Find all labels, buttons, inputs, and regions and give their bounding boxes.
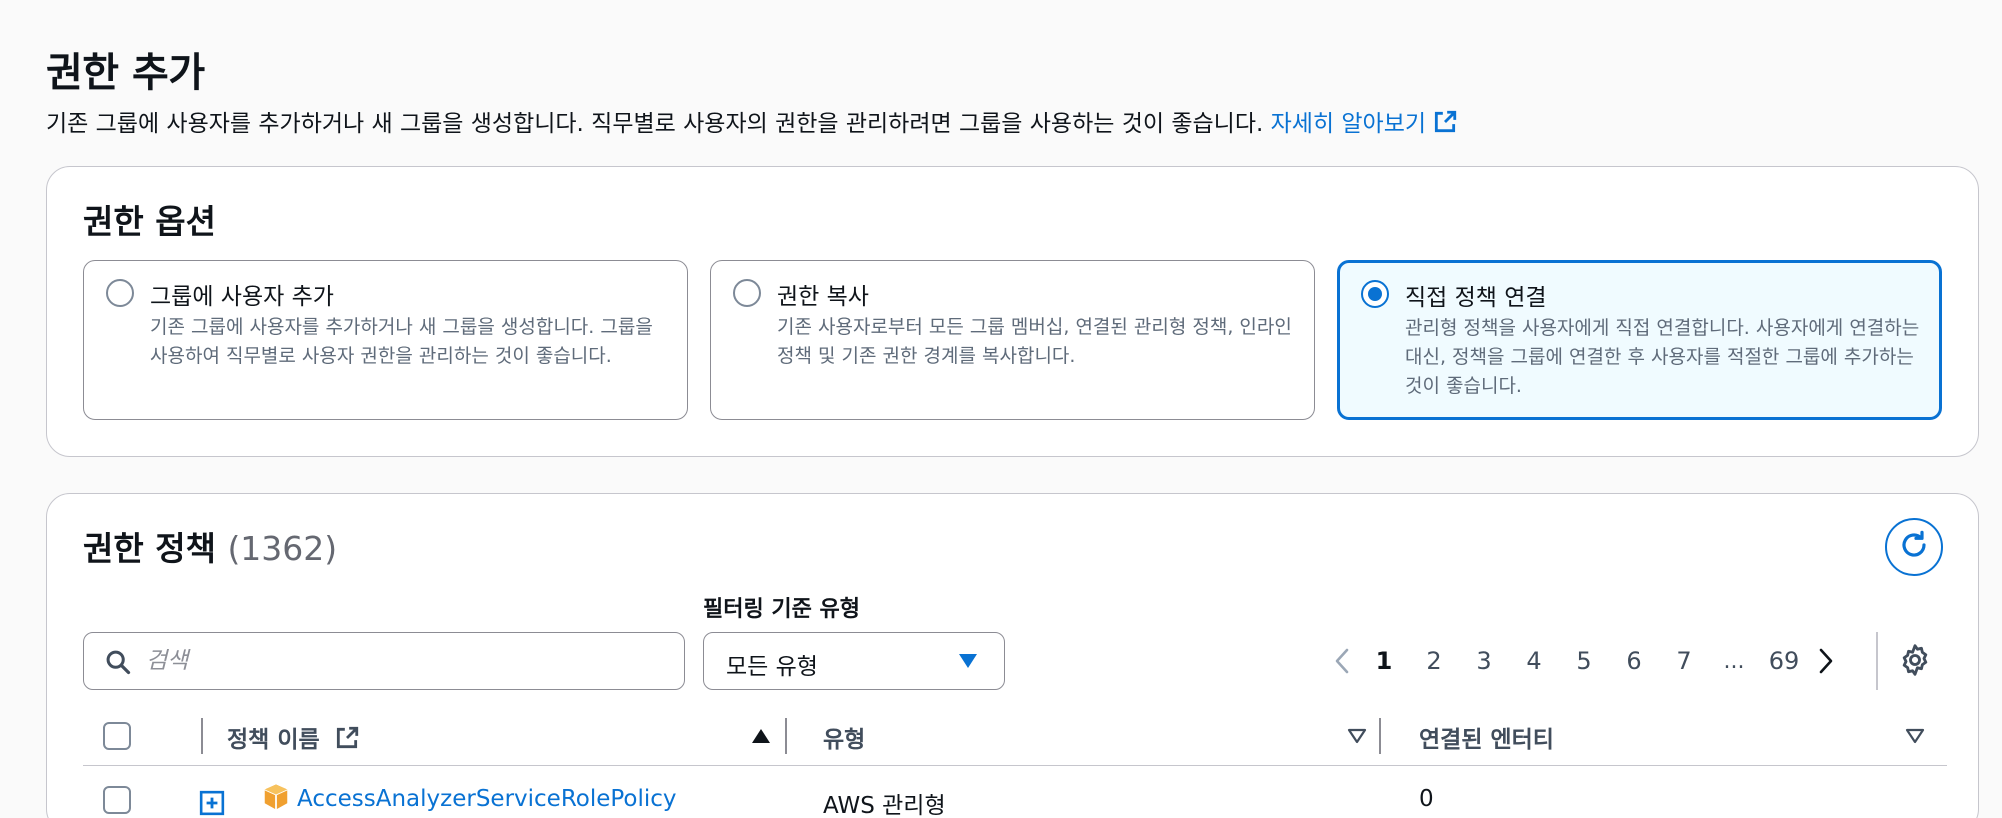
- table-header: 정책 이름 유형 연결된 엔터티: [83, 706, 1947, 766]
- policy-type-cell: AWS 관리형: [823, 793, 946, 818]
- permission-options-panel: 권한 옵션 그룹에 사용자 추가 기존 그룹에 사용자를 추가하거나 새 그룹을…: [46, 166, 1979, 457]
- table-row: AccessAnalyzerServiceRolePolicy AWS 관리형 …: [83, 766, 1947, 818]
- search-input[interactable]: [146, 641, 666, 681]
- permission-options-title: 권한 옵션: [83, 202, 216, 241]
- option-add-user-to-group[interactable]: 그룹에 사용자 추가 기존 그룹에 사용자를 추가하거나 새 그룹을 생성합니다…: [83, 260, 688, 420]
- policy-name-link[interactable]: AccessAnalyzerServiceRolePolicy: [297, 786, 677, 812]
- search-field[interactable]: [83, 632, 685, 690]
- page-6-button[interactable]: 6: [1609, 647, 1659, 675]
- policies-title-text: 권한 정책: [83, 529, 216, 568]
- option-description: 관리형 정책을 사용자에게 직접 연결합니다. 사용자에게 연결하는 대신, 정…: [1405, 317, 1920, 397]
- add-permissions-page: 권한 추가 기존 그룹에 사용자를 추가하거나 새 그룹을 생성합니다. 직무별…: [0, 0, 2002, 818]
- option-label: 그룹에 사용자 추가: [150, 284, 334, 310]
- description-text: 기존 그룹에 사용자를 추가하거나 새 그룹을 생성합니다. 직무별로 사용자의…: [46, 111, 1264, 137]
- policy-name-header-label: 정책 이름: [227, 727, 320, 753]
- column-header-attached-entities[interactable]: 연결된 엔터티: [1419, 720, 1554, 754]
- filter-type-label: 필터링 기준 유형: [703, 597, 860, 622]
- page-1-button[interactable]: 1: [1359, 647, 1409, 675]
- external-link-icon: [334, 725, 360, 757]
- refresh-button[interactable]: [1885, 518, 1943, 576]
- page-ellipsis: ...: [1723, 648, 1745, 674]
- refresh-icon: [1898, 529, 1930, 565]
- sort-ascending-icon[interactable]: [751, 728, 771, 748]
- column-divider: [1379, 718, 1381, 754]
- option-label: 직접 정책 연결: [1405, 285, 1547, 311]
- page-4-button[interactable]: 4: [1509, 647, 1559, 675]
- page-last-button[interactable]: 69: [1759, 647, 1809, 675]
- option-copy-permissions[interactable]: 권한 복사 기존 사용자로부터 모든 그룹 멤버십, 연결된 관리형 정책, 인…: [710, 260, 1315, 420]
- learn-more-label: 자세히 알아보기: [1270, 111, 1427, 137]
- external-link-icon: [1432, 109, 1458, 141]
- radio-add-user-to-group[interactable]: [106, 279, 134, 307]
- chevron-left-icon: [1335, 648, 1349, 674]
- option-label: 권한 복사: [777, 284, 869, 310]
- search-icon: [104, 648, 132, 680]
- column-divider: [201, 718, 203, 754]
- radio-copy-permissions[interactable]: [733, 279, 761, 307]
- chevron-right-icon: [1819, 648, 1833, 674]
- page-3-button[interactable]: 3: [1459, 647, 1509, 675]
- permission-policies-title: 권한 정책 (1362): [83, 522, 337, 570]
- filter-type-select[interactable]: 모든 유형: [703, 632, 1005, 690]
- sort-descending-icon[interactable]: [1347, 728, 1367, 748]
- filter-type-value: 모든 유형: [726, 654, 818, 680]
- caret-down-icon: [958, 653, 978, 673]
- aws-managed-cube-icon: [261, 782, 291, 816]
- pager-divider: [1876, 632, 1878, 690]
- settings-gear-icon[interactable]: [1897, 642, 1933, 682]
- page-description: 기존 그룹에 사용자를 추가하거나 새 그룹을 생성합니다. 직무별로 사용자의…: [46, 104, 1458, 141]
- option-attach-policies-directly[interactable]: 직접 정책 연결 관리형 정책을 사용자에게 직접 연결합니다. 사용자에게 연…: [1337, 260, 1942, 420]
- expand-plus-icon[interactable]: [199, 790, 225, 818]
- page-7-button[interactable]: 7: [1659, 647, 1709, 675]
- page-2-button[interactable]: 2: [1409, 647, 1459, 675]
- select-all-checkbox[interactable]: [103, 722, 131, 750]
- previous-page-button[interactable]: [1325, 632, 1359, 690]
- column-header-policy-name[interactable]: 정책 이름: [227, 720, 360, 757]
- row-checkbox[interactable]: [103, 786, 131, 814]
- page-5-button[interactable]: 5: [1559, 647, 1609, 675]
- page-title: 권한 추가: [46, 50, 205, 96]
- attached-entities-cell: 0: [1419, 786, 1434, 812]
- option-description: 기존 사용자로부터 모든 그룹 멤버십, 연결된 관리형 정책, 인라인 정책 …: [777, 316, 1292, 367]
- radio-attach-policies-directly[interactable]: [1361, 280, 1389, 308]
- option-description: 기존 그룹에 사용자를 추가하거나 새 그룹을 생성합니다. 그룹을 사용하여 …: [150, 316, 653, 367]
- column-divider: [785, 718, 787, 754]
- column-header-type[interactable]: 유형: [823, 720, 865, 754]
- sort-descending-icon[interactable]: [1905, 728, 1925, 748]
- pagination: 1 2 3 4 5 6 7 ... 69: [1325, 632, 1843, 690]
- permission-policies-panel: 권한 정책 (1362) 필터링 기준 유형 모든 유형 1: [46, 493, 1979, 818]
- policies-count: (1362): [227, 529, 338, 568]
- learn-more-link[interactable]: 자세히 알아보기: [1270, 110, 1458, 137]
- next-page-button[interactable]: [1809, 632, 1843, 690]
